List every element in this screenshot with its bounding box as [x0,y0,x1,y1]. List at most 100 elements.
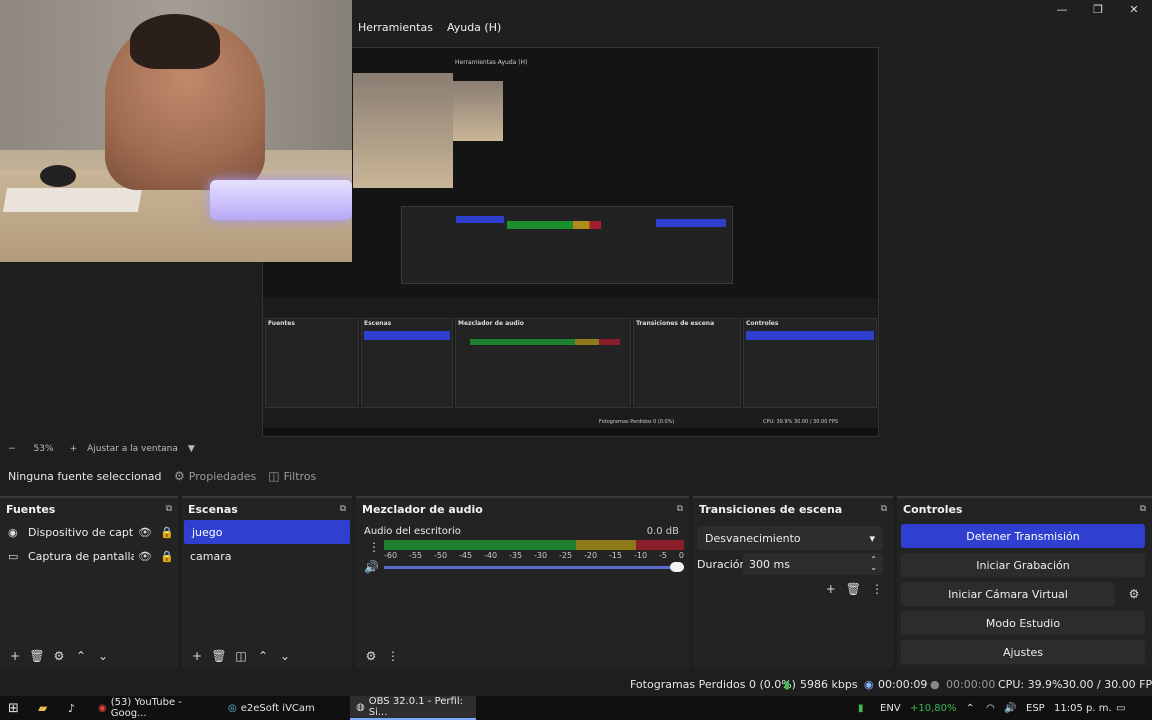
source-toolbar: Ninguna fuente seleccionad ⚙ Propiedades… [0,460,1152,492]
transition-value: Desvanecimiento [705,531,801,545]
meter-tick: -20 [584,551,598,560]
meter-tick: -35 [509,551,523,560]
undock-icon[interactable]: ⧉ [881,504,887,514]
link-icon[interactable]: ⚙ [360,649,382,663]
task-obs[interactable]: ◍ OBS 32.0.1 - Perfil: Si... [350,696,476,720]
zoom-dropdown-icon[interactable]: ▼ [188,444,195,454]
scenes-title: Escenas [188,502,238,516]
transition-select[interactable]: Desvanecimiento ▾ [697,526,883,550]
kebab-menu-icon[interactable]: ⋮ [871,582,883,596]
eye-icon[interactable]: 👁 [134,550,156,563]
scenes-dock: Escenas ⧉ juego camara + 🗑 ◫ ⌃ ⌄ [182,496,352,668]
task-label: e2eSoft iVCam [240,702,315,714]
sources-dock: Fuentes ⧉ ◉ Dispositivo de captur 👁 🔒 ▭ … [0,496,178,668]
menu-herramientas[interactable]: Herramientas [358,21,433,34]
source-item[interactable]: ◉ Dispositivo de captur 👁 🔒 [0,520,178,544]
controls-title: Controles [903,502,963,516]
virtual-camera-button[interactable]: Iniciar Cámara Virtual [901,582,1115,606]
down-icon[interactable]: ⌄ [92,649,114,663]
fps: 30.00 / 30.00 FPS [1062,678,1152,691]
zoom-out-button[interactable]: − [8,444,16,454]
filters-button[interactable]: ◫ Filtros [262,465,322,487]
eye-icon[interactable]: 👁 [134,526,156,539]
transitions-header: Transiciones de escena ⧉ [693,498,893,520]
cpu-usage: CPU: 39.9% [998,678,1063,691]
add-icon[interactable]: + [826,582,836,596]
filter-icon[interactable]: ◫ [230,649,252,663]
filters-label: Filtros [283,469,317,483]
undock-icon[interactable]: ⧉ [166,504,172,514]
task-label: OBS 32.0.1 - Perfil: Si... [368,696,463,718]
volume-slider-handle[interactable] [670,562,684,572]
scene-item-juego[interactable]: juego [184,520,350,544]
nested-stop-button [656,219,726,227]
gear-icon[interactable]: ⚙ [48,649,70,663]
down-icon[interactable]: ⌄ [274,649,296,663]
settings-button[interactable]: Ajustes [901,640,1145,664]
windows-start-icon[interactable]: ⊞ [8,696,19,720]
undock-icon[interactable]: ⧉ [340,504,346,514]
language-indicator[interactable]: ESP [1026,696,1045,720]
spin-arrows-icon[interactable]: ⌃ ⌄ [870,556,877,572]
duration-label: Duración [697,558,747,571]
notification-icon[interactable]: ▭ [1116,696,1125,720]
duration-spinbox[interactable]: 300 ms ⌃ ⌄ [743,553,883,575]
start-recording-button[interactable]: Iniciar Grabación [901,553,1145,577]
up-icon[interactable]: ⌃ [70,649,92,663]
record-time: 00:00:00 [946,678,996,691]
add-icon[interactable]: + [4,649,26,663]
nested-sources-dock: Fuentes [265,318,359,408]
audio-level-meter [384,540,684,550]
trash-icon[interactable]: 🗑 [846,582,861,596]
meter-tick: -50 [434,551,448,560]
properties-button[interactable]: ⚙ Propiedades [168,465,262,487]
menu-ayuda[interactable]: Ayuda (H) [447,21,501,34]
channel-name: Audio del escritorio [364,526,461,537]
nested-taskbar [263,428,878,436]
wifi-icon[interactable]: ◠ [986,696,995,720]
studio-mode-button[interactable]: Modo Estudio [901,611,1145,635]
meter-tick: -45 [459,551,473,560]
add-icon[interactable]: + [186,649,208,663]
zoom-in-button[interactable]: + [70,444,78,454]
kebab-menu-icon[interactable]: ⋮ [368,540,380,554]
lock-icon[interactable]: 🔒 [156,550,178,563]
nested-controls-dock: Controles [743,318,877,408]
undock-icon[interactable]: ⧉ [1140,504,1146,514]
undock-icon[interactable]: ⧉ [677,504,683,514]
chrome-icon: ◉ [98,702,107,714]
task-youtube[interactable]: ◉ (53) YouTube - Goog... [92,696,216,720]
net-label: ENV [880,702,901,714]
program-preview[interactable]: Herramientas Ayuda (H) Fuentes Escenas M… [262,47,879,437]
volume-icon[interactable]: 🔊 [1004,696,1016,720]
speaker-icon[interactable]: 🔊 [364,560,379,574]
sources-footer: + 🗑 ⚙ ⌃ ⌄ [0,644,178,668]
fit-window-label[interactable]: Ajustar a la ventana [87,444,178,454]
folder-icon[interactable]: ▰ [38,696,47,720]
scenes-header: Escenas ⧉ [182,498,352,520]
task-ivcam[interactable]: ◎ e2eSoft iVCam [222,696,346,720]
scene-item-camara[interactable]: camara [182,544,352,568]
trash-icon[interactable]: 🗑 [26,649,48,663]
up-icon[interactable]: ⌃ [252,649,274,663]
lock-icon[interactable]: 🔒 [156,526,178,539]
maximize-button[interactable]: ❐ [1080,0,1116,18]
source-item[interactable]: ▭ Captura de pantalla 👁 🔒 [0,544,178,568]
close-button[interactable]: ✕ [1116,0,1152,18]
gear-icon[interactable]: ⚙ [1122,582,1146,606]
meter-tick: -40 [484,551,498,560]
source-label: Dispositivo de captur [28,525,134,539]
tiktok-icon[interactable]: ♪ [68,696,75,720]
tray-chevron-icon[interactable]: ⌃ [966,696,974,720]
audio-mixer-dock: Mezclador de audio ⧉ Audio del escritori… [356,496,689,668]
trash-icon[interactable]: 🗑 [208,649,230,663]
volume-slider[interactable] [384,562,684,572]
clock[interactable]: 11:05 p. m. [1054,696,1112,720]
stop-stream-button[interactable]: Detener Transmisión [901,524,1145,548]
minimize-button[interactable]: — [1044,0,1080,18]
transitions-title: Transiciones de escena [699,502,843,516]
bitrate: 5986 kbps [800,678,858,691]
kebab-menu-icon[interactable]: ⋮ [382,649,404,663]
meter-tick: 0 [678,551,684,560]
meter-tick: -5 [659,551,667,560]
